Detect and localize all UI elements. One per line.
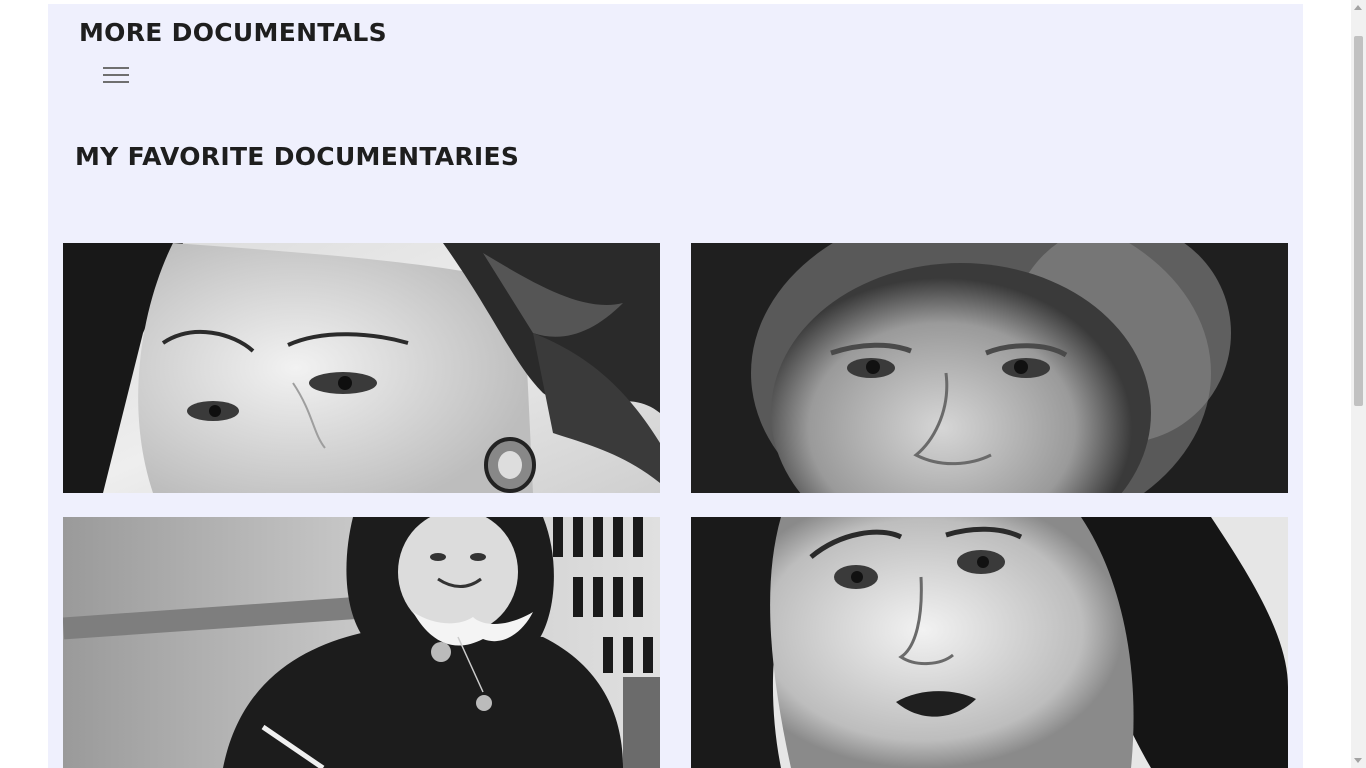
scroll-up-icon[interactable] (1354, 5, 1362, 10)
scroll-thumb[interactable] (1354, 36, 1363, 406)
documentary-image (63, 517, 660, 768)
menu-bar (103, 81, 129, 83)
section-title: MY FAVORITE DOCUMENTARIES (75, 142, 520, 171)
menu-bar (103, 74, 129, 76)
hamburger-menu-icon[interactable] (103, 65, 130, 86)
scroll-down-icon[interactable] (1354, 758, 1362, 763)
documentary-card-2[interactable] (691, 243, 1288, 493)
documentary-card-3[interactable] (63, 517, 660, 768)
page-container: MORE DOCUMENTALS MY FAVORITE DOCUMENTARI… (48, 4, 1303, 768)
vertical-scrollbar[interactable] (1351, 0, 1366, 768)
documentary-image (691, 243, 1288, 493)
menu-bar (103, 67, 129, 69)
documentary-image (691, 517, 1288, 768)
documentary-card-4[interactable] (691, 517, 1288, 768)
site-brand[interactable]: MORE DOCUMENTALS (79, 18, 387, 47)
documentary-image (63, 243, 660, 493)
documentary-card-1[interactable] (63, 243, 660, 493)
